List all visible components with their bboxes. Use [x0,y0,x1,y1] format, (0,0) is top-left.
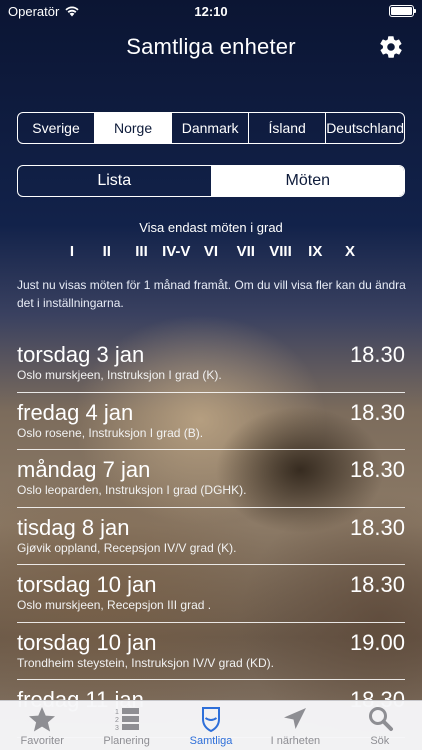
gear-icon[interactable] [378,34,404,60]
meeting-description: Trondheim steystein, Instruksjon IV/V gr… [17,655,274,670]
tab-planering[interactable]: 1 2 3 Planering [84,701,168,750]
tab-bar: Favoriter 1 2 3 Planering Samtliga I när… [0,700,422,750]
list-item[interactable]: fredag 4 jan 18.30 Oslo rosene, Instruks… [17,393,405,450]
list-item[interactable]: måndag 7 jan 18.30 Oslo leoparden, Instr… [17,450,405,508]
status-time: 12:10 [194,3,228,19]
numbered-list-icon: 1 2 3 [115,708,139,732]
meeting-date: torsdag 10 jan [17,629,157,655]
segment-danmark[interactable]: Danmark [171,113,248,143]
segment-sverige[interactable]: Sverige [18,113,94,143]
tab-sok[interactable]: Sök [338,701,422,750]
grade-button-x[interactable]: X [333,243,367,260]
grade-button-viii[interactable]: VIII [264,243,298,260]
tab-label: Sök [370,735,390,747]
list-item[interactable]: torsdag 10 jan 18.30 Oslo murskjeen, Rec… [17,565,405,623]
grade-button-ii[interactable]: II [90,243,124,260]
segment-norge[interactable]: Norge [94,113,172,143]
nav-bar: Samtliga enheter [0,22,422,72]
grade-filter-caption: Visa endast möten i grad [139,220,283,235]
meeting-description: Gjøvik oppland, Recepsjon IV/V grad (K). [17,540,237,555]
star-icon [29,707,56,732]
svg-text:2: 2 [115,717,119,724]
meeting-time: 19.00 [349,629,405,655]
tab-label: Samtliga [189,735,233,747]
svg-text:3: 3 [115,725,119,732]
tab-i-narheten[interactable]: I närheten [253,701,337,750]
tab-label: I närheten [270,735,321,747]
grade-button-iv-v[interactable]: IV-V [159,243,193,260]
segment-lista[interactable]: Lista [18,166,211,196]
meeting-list: torsdag 3 jan 18.30 Oslo murskjeen, Inst… [17,335,405,738]
grade-button-vi[interactable]: VI [194,243,228,260]
meeting-date: tisdag 8 jan [17,514,130,540]
meeting-time: 18.30 [349,572,405,597]
meeting-description: Oslo murskjeen, Instruksjon I grad (K). [17,368,222,382]
meeting-date: måndag 7 jan [17,457,151,482]
grade-button-iii[interactable]: III [125,243,159,260]
battery-icon [389,5,416,17]
grade-button-i[interactable]: I [55,243,89,260]
meeting-time: 18.30 [349,342,405,367]
page-title: Samtliga enheter [126,34,296,59]
list-item[interactable]: tisdag 8 jan 18.30 Gjøvik oppland, Recep… [17,508,405,565]
segment-deutschland[interactable]: Deutschland [325,113,404,143]
meeting-date: fredag 4 jan [17,399,134,425]
meeting-time: 18.30 [349,514,405,540]
segment-moten[interactable]: Möten [210,166,404,196]
country-segmented-control: Sverige Norge Danmark Ísland Deutschland [17,112,405,144]
meeting-time: 18.30 [349,457,405,482]
grade-filter: I II III IV-V VI VII VIII IX X [55,240,367,262]
status-bar: Operatör 12:10 [0,0,422,22]
location-arrow-icon [284,708,307,729]
meeting-description: Oslo leoparden, Instruksjon I grad (DGHK… [17,483,247,497]
tab-label: Favoriter [20,735,64,747]
grade-button-vii[interactable]: VII [229,243,263,260]
tab-favoriter[interactable]: Favoriter [0,701,84,750]
list-item[interactable]: torsdag 3 jan 18.30 Oslo murskjeen, Inst… [17,335,405,393]
segment-island[interactable]: Ísland [248,113,325,143]
search-icon [368,707,393,731]
meeting-date: torsdag 10 jan [17,572,157,597]
tab-label: Planering [103,735,150,747]
tab-samtliga[interactable]: Samtliga [169,701,253,750]
shield-icon [202,707,221,733]
meeting-time: 18.30 [349,399,405,425]
meeting-description: Oslo rosene, Instruksjon I grad (B). [17,425,204,440]
info-notice: Just nu visas möten för 1 månad framåt. … [17,278,406,310]
list-item[interactable]: torsdag 10 jan 19.00 Trondheim steystein… [17,623,405,680]
view-segmented-control: Lista Möten [17,165,405,197]
meeting-date: torsdag 3 jan [17,342,145,367]
svg-text:1: 1 [115,709,119,716]
meeting-description: Oslo murskjeen, Recepsjon III grad . [17,598,212,612]
grade-button-ix[interactable]: IX [298,243,332,260]
